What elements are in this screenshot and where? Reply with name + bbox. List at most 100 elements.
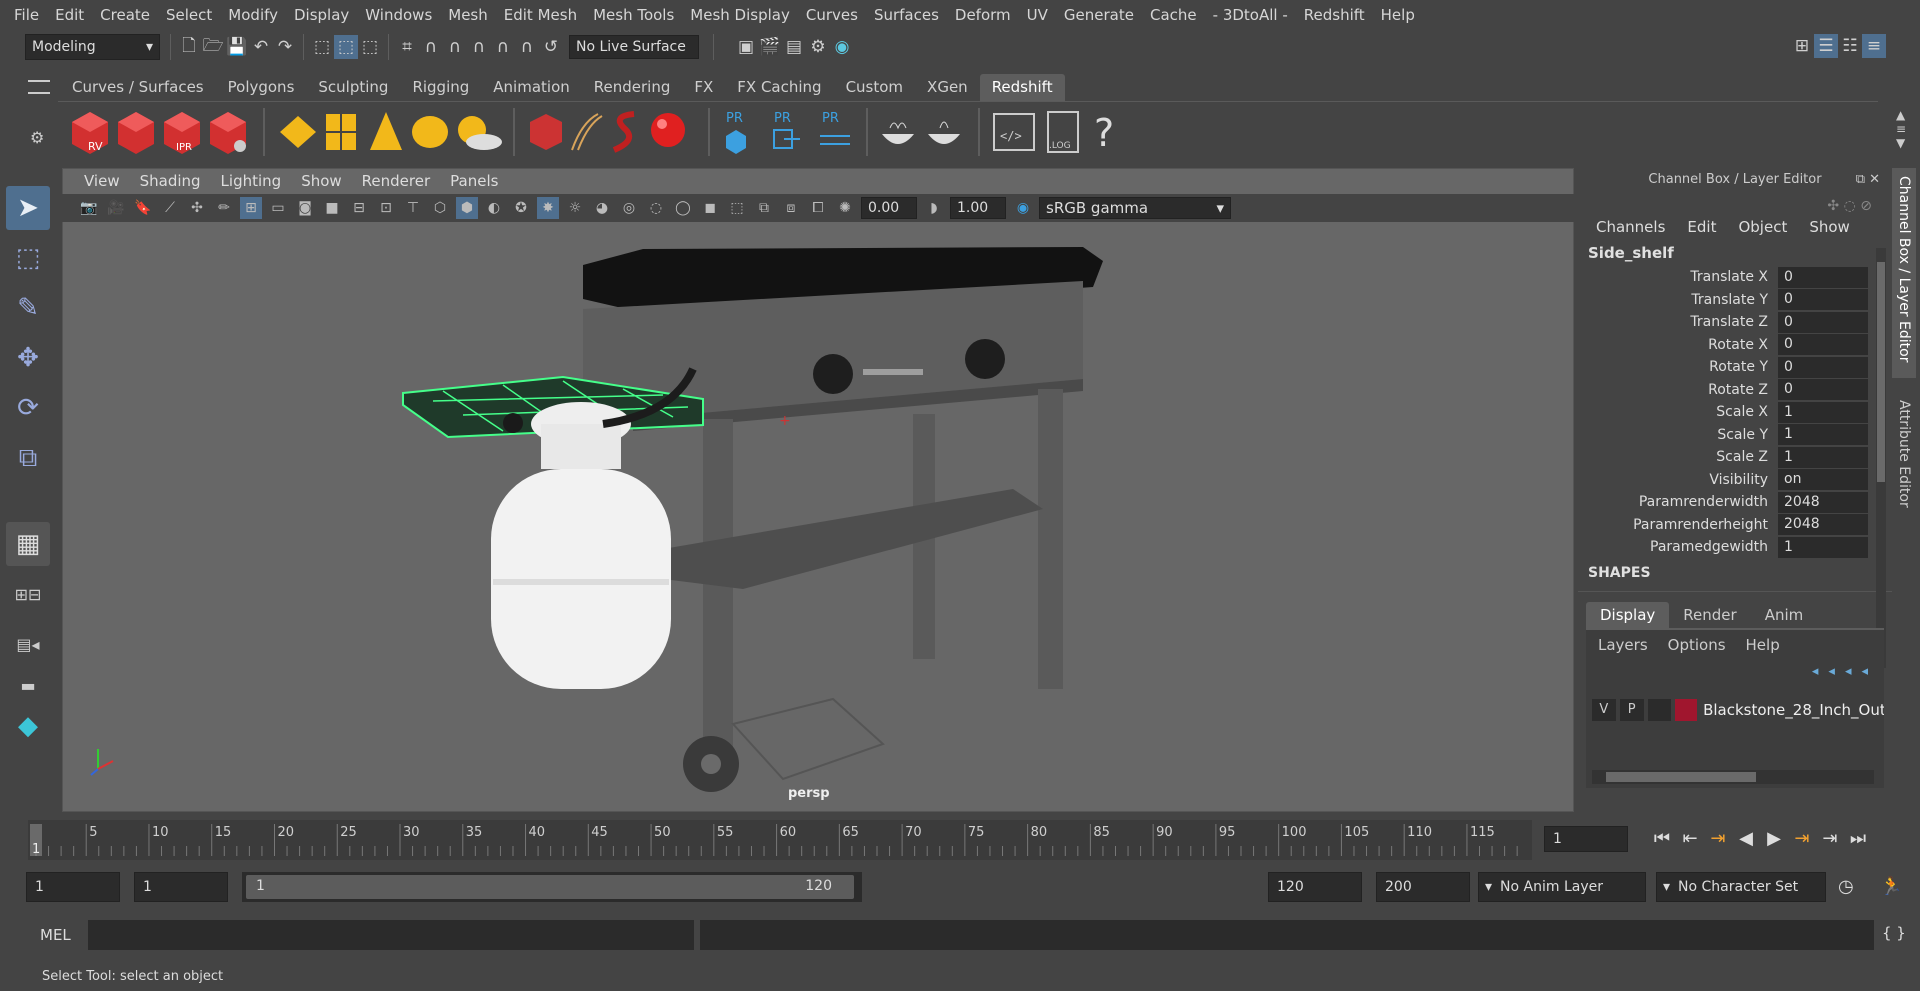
tab-render[interactable]: Render: [1669, 602, 1750, 628]
viewport-menu-view[interactable]: View: [74, 172, 130, 190]
single-perspective-layout-icon[interactable]: ▦: [6, 522, 50, 566]
layer-help-menu[interactable]: Help: [1746, 636, 1780, 654]
gamma-field[interactable]: 1.00: [950, 197, 1006, 219]
menu-mesh[interactable]: Mesh: [440, 6, 496, 24]
four-view-layout-icon[interactable]: ⊞⊟: [6, 572, 50, 616]
go-to-start-icon[interactable]: ⏮: [1648, 828, 1676, 849]
color-space-dropdown[interactable]: sRGB gamma ▾: [1039, 197, 1231, 219]
camera-attributes-icon[interactable]: 🎥: [105, 197, 127, 219]
viewport-menu-renderer[interactable]: Renderer: [352, 172, 440, 190]
ambient-occlusion-icon[interactable]: ◕: [591, 197, 613, 219]
image-plane-icon[interactable]: ⟋: [159, 197, 181, 219]
show-menu[interactable]: Show: [1809, 218, 1849, 236]
xray-active-icon[interactable]: ⧠: [807, 197, 829, 219]
attr-value[interactable]: 2048: [1778, 491, 1868, 513]
attr-value[interactable]: 2048: [1778, 514, 1868, 536]
select-hierarchy-icon[interactable]: ⬚: [310, 35, 334, 59]
pr-render-icon[interactable]: PR: [726, 111, 746, 154]
use-all-lights-icon[interactable]: ✸: [537, 197, 559, 219]
snap-surface-icon[interactable]: ∩: [491, 35, 515, 59]
screen-space-ao-icon[interactable]: ◎: [618, 197, 640, 219]
menu-surfaces[interactable]: Surfaces: [866, 6, 947, 24]
script-editor-icon[interactable]: { }: [1882, 924, 1906, 942]
attr-value[interactable]: 0: [1778, 334, 1868, 356]
attr-translate-x[interactable]: Translate X 0: [1578, 266, 1892, 289]
redshift-light-portal-icon[interactable]: [326, 113, 356, 150]
xray-joints-icon[interactable]: ⧈: [780, 197, 802, 219]
pr-export-icon[interactable]: PR: [773, 111, 800, 149]
redshift-render-icon[interactable]: [118, 111, 154, 154]
animation-preferences-icon[interactable]: 🏃: [1880, 876, 1902, 897]
symmetry-icon[interactable]: ↺: [539, 35, 563, 59]
help-icon[interactable]: ?: [1094, 111, 1114, 155]
grid-icon[interactable]: ⊞: [240, 197, 262, 219]
tab-curves-surfaces[interactable]: Curves / Surfaces: [60, 74, 216, 101]
menu-display[interactable]: Display: [286, 6, 357, 24]
safe-action-icon[interactable]: ⊡: [375, 197, 397, 219]
channel-box-mode-icons[interactable]: ✣ ◌ ⊘: [1827, 198, 1872, 214]
menu-cache[interactable]: Cache: [1142, 6, 1205, 24]
tab-sculpting[interactable]: Sculpting: [306, 74, 400, 101]
smooth-shade-icon[interactable]: ⬢: [456, 197, 478, 219]
select-tool-icon[interactable]: ➤: [6, 186, 50, 230]
open-scene-icon[interactable]: 🗁: [201, 35, 225, 59]
layer-playback-toggle[interactable]: P: [1619, 698, 1644, 721]
textured-icon[interactable]: ✪: [510, 197, 532, 219]
float-close-icons[interactable]: ⧉ ✕: [1856, 172, 1880, 187]
outliner-layout-icon[interactable]: ▤◂: [6, 622, 50, 666]
attr-scale-z[interactable]: Scale Z 1: [1578, 446, 1892, 469]
attr-value[interactable]: 0: [1778, 289, 1868, 311]
lasso-tool-icon[interactable]: ⬚: [6, 236, 50, 280]
scale-tool-icon[interactable]: ⧉: [6, 436, 50, 480]
layer-name[interactable]: Blackstone_28_Inch_Out: [1703, 701, 1884, 719]
menu-file[interactable]: File: [6, 6, 47, 24]
channels-menu[interactable]: Channels: [1596, 218, 1665, 236]
scene-start-field[interactable]: 1: [26, 872, 120, 902]
tab-rigging[interactable]: Rigging: [400, 74, 481, 101]
redshift-ipr-icon[interactable]: IPR: [164, 111, 200, 154]
render-settings-icon[interactable]: ⚙: [806, 35, 830, 59]
new-scene-icon[interactable]: 🗋: [177, 35, 201, 59]
attr-value[interactable]: 0: [1778, 266, 1868, 288]
channel-box-toggle-icon[interactable]: ≡: [1862, 34, 1886, 58]
menu-generate[interactable]: Generate: [1056, 6, 1142, 24]
menu-create[interactable]: Create: [92, 6, 158, 24]
scene-end-field[interactable]: 200: [1376, 872, 1470, 902]
menu-uv[interactable]: UV: [1019, 6, 1056, 24]
script-editor-icon[interactable]: </>: [993, 112, 1035, 151]
playback-start-field[interactable]: 1: [134, 872, 228, 902]
attr-value[interactable]: 0: [1778, 356, 1868, 378]
attribute-editor-toggle-icon[interactable]: ☰: [1814, 34, 1838, 58]
attr-value[interactable]: 1: [1778, 536, 1868, 558]
wireframe-on-shaded-icon[interactable]: ◐: [483, 197, 505, 219]
layer-action-icons[interactable]: ◂◂◂◂: [1812, 664, 1878, 679]
redshift-proxy-icon[interactable]: [530, 113, 562, 150]
tab-anim[interactable]: Anim: [1751, 602, 1818, 628]
hypershade-icon[interactable]: ◉: [830, 35, 854, 59]
edit-menu[interactable]: Edit: [1687, 218, 1716, 236]
menu-3dtoall[interactable]: - 3DtoAll -: [1205, 6, 1296, 24]
redshift-settings-icon[interactable]: [210, 111, 246, 154]
attr-value[interactable]: 1: [1778, 446, 1868, 468]
tab-fx[interactable]: FX: [682, 74, 725, 101]
attr-translate-z[interactable]: Translate Z 0: [1578, 311, 1892, 334]
viewport-menu-show[interactable]: Show: [291, 172, 351, 190]
tab-rendering[interactable]: Rendering: [582, 74, 683, 101]
render-frame-icon[interactable]: 🎬: [758, 35, 782, 59]
camera-select-icon[interactable]: 📷: [78, 197, 100, 219]
viewport-persp[interactable]: +: [62, 168, 1574, 812]
tab-fx-caching[interactable]: FX Caching: [725, 74, 833, 101]
tab-channel-box-layer-editor[interactable]: Channel Box / Layer Editor: [1892, 168, 1916, 378]
step-back-key-icon[interactable]: ⇤: [1676, 828, 1704, 849]
tab-animation[interactable]: Animation: [481, 74, 581, 101]
playback-end-field[interactable]: 120: [1268, 872, 1362, 902]
menu-curves[interactable]: Curves: [798, 6, 866, 24]
viewport-menu-panels[interactable]: Panels: [440, 172, 508, 190]
field-chart-icon[interactable]: ⊟: [348, 197, 370, 219]
play-backward-icon[interactable]: ◀: [1732, 828, 1760, 849]
move-tool-icon[interactable]: ✥: [6, 336, 50, 380]
redshift-dome-light-icon[interactable]: [412, 115, 448, 148]
isolate-select-icon[interactable]: ⬚: [726, 197, 748, 219]
attr-paramrenderwidth[interactable]: Paramrenderwidth 2048: [1578, 491, 1892, 514]
mode-dropdown[interactable]: Modeling ▾: [25, 34, 160, 60]
